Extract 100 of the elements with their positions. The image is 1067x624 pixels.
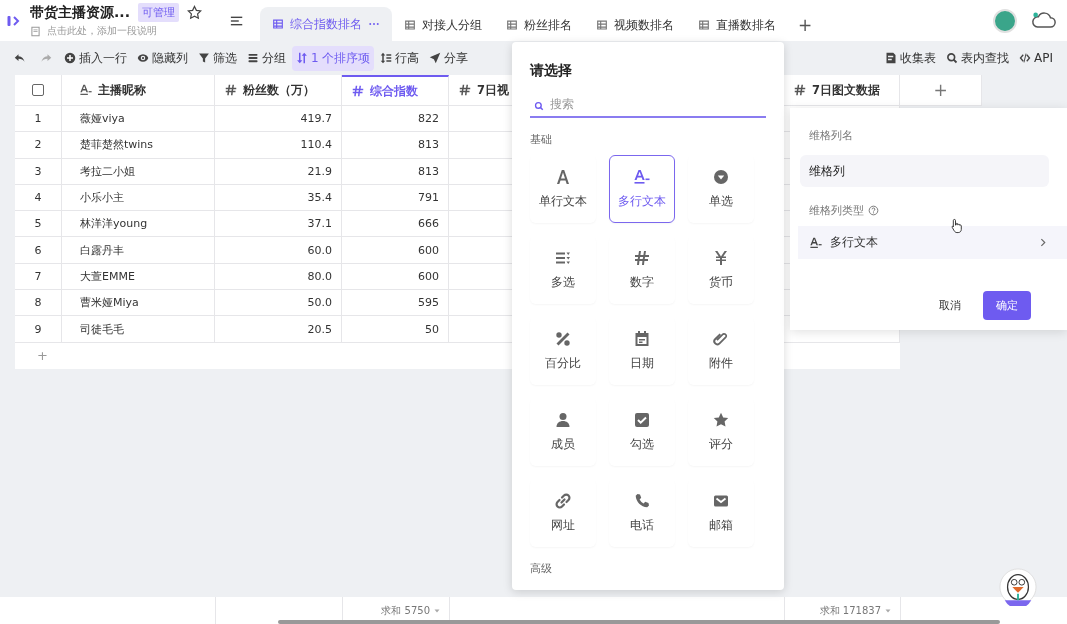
- table-cell: 35.4: [215, 184, 342, 212]
- table-cell: 小乐小主: [62, 184, 215, 212]
- field-type-option[interactable]: 多行文本: [609, 155, 675, 223]
- hash-icon: [794, 84, 806, 96]
- column-header[interactable]: 7日图文数据: [784, 75, 900, 106]
- grid-icon: [272, 18, 284, 30]
- toolbar-button[interactable]: 分享: [425, 45, 473, 71]
- table-cell: 林洋洋young: [62, 211, 215, 238]
- undo-icon[interactable]: [14, 52, 26, 64]
- avatar[interactable]: [993, 8, 1017, 33]
- view-tab[interactable]: 粉丝排名: [494, 9, 584, 41]
- link-icon: [555, 492, 571, 509]
- table-cell: 20.5: [215, 316, 342, 343]
- field-type-option[interactable]: 单行文本: [530, 155, 596, 223]
- row-number: 1: [15, 106, 62, 133]
- eye-icon: [137, 52, 149, 64]
- field-type-option[interactable]: 网址: [530, 479, 596, 547]
- toolbar-button[interactable]: 隐藏列: [133, 45, 192, 71]
- row-number: 6: [15, 237, 62, 264]
- mascot-drawing[interactable]: [999, 568, 1037, 606]
- table-cell: 白露丹丰: [62, 237, 215, 264]
- toolbar-button[interactable]: 分组: [243, 45, 290, 71]
- plus-circle-icon: [64, 52, 76, 64]
- table-cell: 600: [342, 237, 449, 264]
- person-icon: [555, 411, 571, 428]
- toolbar-button[interactable]: 筛选: [194, 45, 241, 71]
- text-icon: [810, 236, 822, 249]
- table-cell: 37.1: [215, 211, 342, 238]
- sort-icon: [296, 52, 308, 64]
- grid-icon: [404, 19, 416, 31]
- column-header[interactable]: 主播昵称: [62, 75, 215, 106]
- send-icon: [429, 52, 442, 64]
- scrollbar[interactable]: [278, 620, 1000, 624]
- letter-icon: [555, 168, 571, 185]
- type-selector[interactable]: 多行文本: [798, 226, 1067, 259]
- star-icon[interactable]: [186, 5, 202, 20]
- row-height-icon: [380, 52, 393, 64]
- phone-icon: [634, 492, 650, 509]
- table-cell: 419.7: [215, 106, 342, 133]
- help-icon[interactable]: [868, 205, 879, 216]
- field-type-option[interactable]: 货币: [688, 236, 754, 304]
- cloud-icon[interactable]: [1031, 11, 1057, 30]
- search-icon: [534, 101, 544, 111]
- field-type-option[interactable]: 勾选: [609, 398, 675, 466]
- form-icon: [885, 52, 897, 64]
- select-all-checkbox[interactable]: [32, 84, 44, 96]
- view-tab[interactable]: 直播数排名: [686, 9, 788, 41]
- table-cell: 考拉二小姐: [62, 158, 215, 185]
- view-tab[interactable]: 综合指数排名: [260, 7, 392, 41]
- field-type-option[interactable]: 邮箱: [688, 479, 754, 547]
- search-icon: [946, 52, 958, 64]
- column-header[interactable]: 综合指数: [342, 75, 449, 106]
- table-cell: 50: [342, 316, 449, 343]
- table-cell: 791: [342, 184, 449, 212]
- confirm-button[interactable]: 确定: [983, 291, 1031, 320]
- hash-icon: [459, 84, 471, 96]
- grid-icon: [506, 19, 518, 31]
- row-number: 9: [15, 316, 62, 343]
- hash-icon: [634, 249, 650, 266]
- column-summary[interactable]: 求和 5750: [381, 603, 441, 618]
- grid-icon: [596, 19, 608, 31]
- field-type-option[interactable]: 多选: [530, 236, 596, 304]
- name-field[interactable]: 维格列: [800, 155, 1049, 187]
- column-summary[interactable]: 求和 171837: [819, 603, 892, 618]
- toolbar-button[interactable]: 插入一行: [60, 45, 131, 71]
- cancel-button[interactable]: 取消: [927, 291, 973, 320]
- view-tab[interactable]: 对接人分组: [392, 9, 494, 41]
- field-type-option[interactable]: 电话: [609, 479, 675, 547]
- field-type-option[interactable]: 评分: [688, 398, 754, 466]
- list-icon: [247, 52, 259, 64]
- field-type-option[interactable]: 成员: [530, 398, 596, 466]
- table-cell: 60.0: [215, 237, 342, 264]
- toolbar-button[interactable]: 行高: [376, 45, 424, 71]
- row-number: 3: [15, 158, 62, 185]
- dropdown-icon: [713, 168, 729, 185]
- section-label: 高级: [530, 561, 553, 576]
- row-number: 5: [15, 211, 62, 238]
- table-cell: 813: [342, 158, 449, 185]
- toolbar-button[interactable]: 1 个排序项: [292, 45, 375, 71]
- toolbar-button[interactable]: 表内查找: [942, 45, 1013, 71]
- toolbar-button[interactable]: API: [1015, 47, 1057, 69]
- add-tab-button[interactable]: +: [788, 9, 823, 41]
- percent-icon: [555, 330, 571, 347]
- field-type-option[interactable]: 单选: [688, 155, 754, 223]
- column-header[interactable]: 粉丝数（万）: [215, 75, 342, 106]
- search-field[interactable]: 搜索: [530, 92, 766, 118]
- table-cell: 822: [342, 106, 449, 133]
- view-tab[interactable]: 视频数排名: [584, 9, 686, 41]
- section-label: 基础: [530, 132, 553, 147]
- yen-icon: [713, 249, 729, 266]
- row-number: 8: [15, 290, 62, 317]
- field-label: 维格列名: [808, 128, 854, 143]
- table-cell: 21.9: [215, 158, 342, 185]
- sheet-title: 带货主播资源...: [30, 3, 130, 22]
- permission-badge: 可管理: [137, 3, 179, 22]
- hash-icon: [225, 84, 237, 96]
- table-cell: 110.4: [215, 132, 342, 159]
- field-type-option[interactable]: 数字: [609, 236, 675, 304]
- add-column-button[interactable]: +: [900, 75, 982, 106]
- toolbar-button[interactable]: 收集表: [881, 45, 940, 71]
